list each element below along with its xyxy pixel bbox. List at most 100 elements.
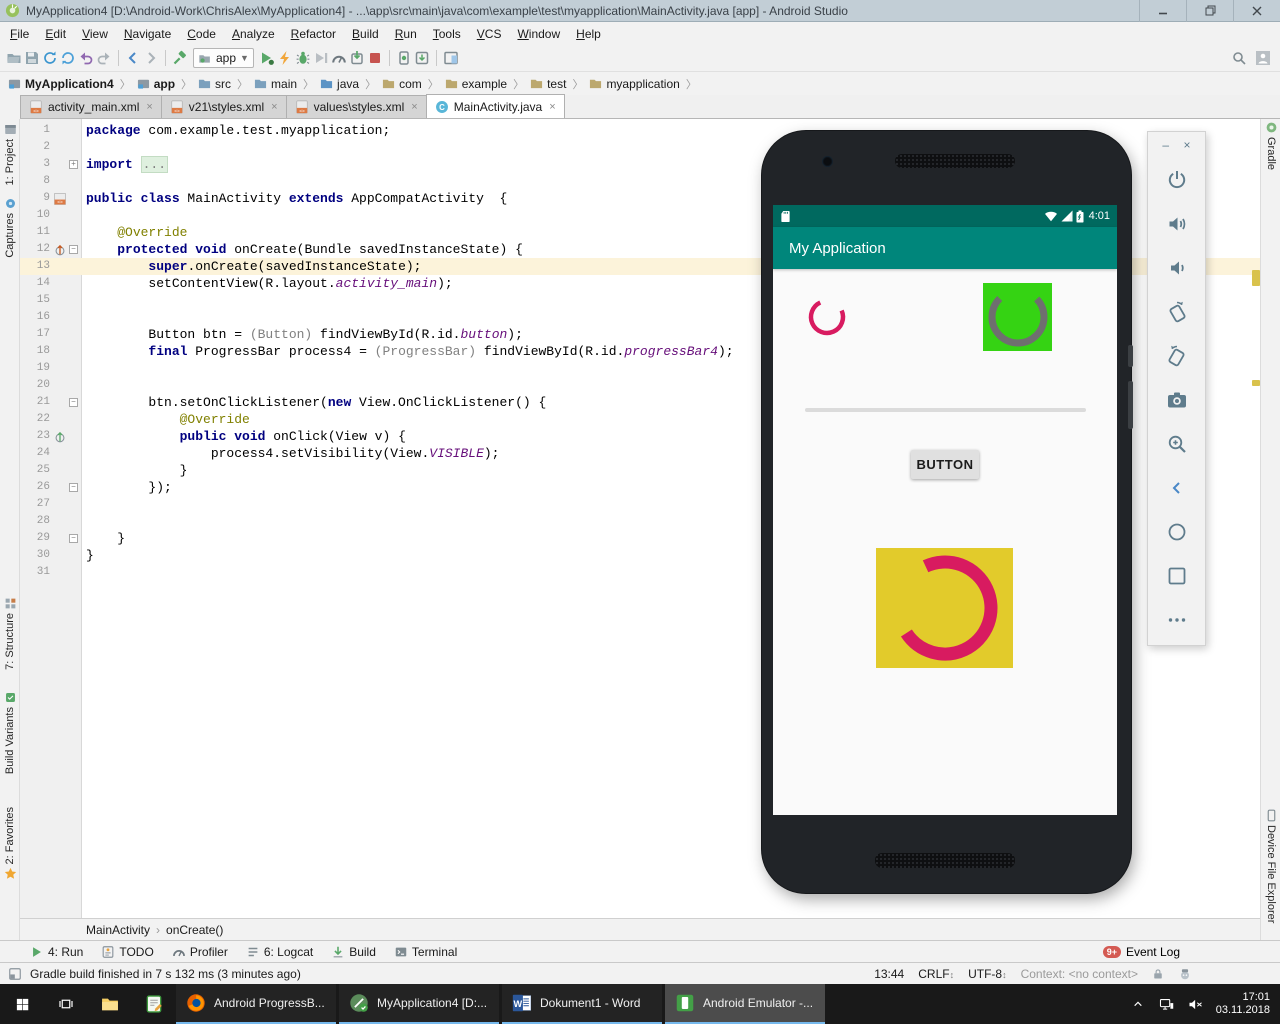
breadcrumb-item-src[interactable]: src — [196, 76, 233, 92]
cursor-position[interactable]: 13:44 — [874, 967, 904, 981]
notepad-button[interactable] — [132, 984, 176, 1024]
emulator-zoom-in-button[interactable] — [1148, 422, 1205, 466]
run-icon[interactable] — [258, 50, 275, 67]
taskbar-app-firefox[interactable]: Android ProgressB... — [176, 984, 336, 1024]
breadcrumb-item-com[interactable]: com — [380, 76, 424, 92]
restore-button[interactable] — [1186, 0, 1233, 22]
line-number[interactable]: 28 — [20, 513, 50, 530]
emulator-overview-button[interactable] — [1148, 554, 1205, 598]
tab-values-styles-xml[interactable]: <>values\styles.xml× — [286, 95, 427, 118]
breadcrumb-item-example[interactable]: example — [443, 76, 509, 92]
app-button[interactable]: BUTTON — [911, 450, 979, 479]
override-green-icon[interactable] — [54, 431, 66, 443]
menu-item-refactor[interactable]: Refactor — [283, 24, 344, 44]
fold-marker[interactable]: + — [69, 160, 78, 169]
tool-window-4-run[interactable]: 4: Run — [30, 945, 83, 959]
line-number[interactable]: 2 — [20, 139, 50, 156]
line-number[interactable]: 13 — [20, 258, 50, 275]
file-explorer-button[interactable] — [88, 984, 132, 1024]
refresh-icon[interactable] — [60, 50, 77, 67]
tab-close-icon[interactable]: × — [271, 101, 277, 113]
layout-editor-icon[interactable] — [442, 50, 459, 67]
tool-stripe-build-variants[interactable]: Build Variants — [0, 691, 20, 774]
line-number[interactable]: 12 — [20, 241, 50, 258]
fold-marker[interactable]: − — [69, 245, 78, 254]
fold-marker[interactable]: − — [69, 534, 78, 543]
line-number[interactable]: 26 — [20, 479, 50, 496]
open-folder-icon[interactable] — [6, 50, 23, 67]
emulator-back-button[interactable] — [1148, 466, 1205, 510]
tray-volume-muted-icon[interactable] — [1187, 996, 1204, 1013]
tab-close-icon[interactable]: × — [146, 101, 152, 113]
emulator-home-button[interactable] — [1148, 510, 1205, 554]
emulator-more-button[interactable] — [1148, 598, 1205, 642]
start-button[interactable] — [0, 984, 44, 1024]
save-all-icon[interactable] — [24, 50, 41, 67]
menu-item-navigate[interactable]: Navigate — [116, 24, 179, 44]
fold-marker[interactable]: − — [69, 483, 78, 492]
line-number[interactable]: 16 — [20, 309, 50, 326]
menu-item-help[interactable]: Help — [568, 24, 609, 44]
redo-icon[interactable] — [96, 50, 113, 67]
line-number[interactable]: 10 — [20, 207, 50, 224]
undo-icon[interactable] — [78, 50, 95, 67]
breadcrumb-item-app[interactable]: app — [135, 76, 177, 92]
encoding-select[interactable]: UTF-8↕ — [968, 967, 1007, 981]
line-number[interactable]: 17 — [20, 326, 50, 343]
stop-icon[interactable] — [366, 50, 383, 67]
breadcrumb-item-main[interactable]: main — [252, 76, 299, 92]
breadcrumb-class[interactable]: MainActivity — [86, 923, 150, 937]
tool-window-build[interactable]: Build — [331, 945, 376, 959]
breadcrumb-item-java[interactable]: java — [318, 76, 361, 92]
device-manager-icon[interactable] — [395, 50, 412, 67]
profiler-icon[interactable] — [330, 50, 347, 67]
line-number[interactable]: 9 — [20, 190, 50, 207]
error-stripe-mark[interactable] — [1252, 270, 1260, 286]
line-number[interactable]: 25 — [20, 462, 50, 479]
line-number[interactable]: 20 — [20, 377, 50, 394]
override-red-icon[interactable] — [54, 244, 66, 256]
menu-item-vcs[interactable]: VCS — [469, 24, 510, 44]
error-stripe-mark[interactable] — [1252, 380, 1260, 386]
tool-stripe-7-structure[interactable]: 7: Structure — [0, 597, 20, 670]
line-number[interactable]: 15 — [20, 292, 50, 309]
line-number[interactable]: 23 — [20, 428, 50, 445]
status-message[interactable]: Gradle build finished in 7 s 132 ms (3 m… — [30, 967, 301, 981]
line-number[interactable]: 19 — [20, 360, 50, 377]
xml-marker-icon[interactable]: <> — [54, 193, 66, 205]
taskbar-clock[interactable]: 17:01 03.11.2018 — [1216, 991, 1270, 1017]
tray-up-icon[interactable] — [1130, 996, 1146, 1012]
menu-item-analyze[interactable]: Analyze — [224, 24, 283, 44]
emulator-volume-down-button[interactable] — [1148, 246, 1205, 290]
profile-icon[interactable] — [312, 50, 329, 67]
sync-icon[interactable] — [42, 50, 59, 67]
run-configuration-select[interactable]: app ▼ — [193, 48, 254, 68]
fold-marker[interactable]: − — [69, 398, 78, 407]
line-separator-select[interactable]: CRLF↕ — [918, 967, 954, 981]
emulator-volume-up-button[interactable] — [1148, 202, 1205, 246]
taskbar-app-android-emulator[interactable]: Android Emulator -... — [665, 984, 825, 1024]
tool-stripe-device-file-explorer[interactable]: Device File Explorer — [1261, 809, 1280, 923]
lock-icon[interactable] — [1152, 967, 1164, 981]
attach-debugger-icon[interactable] — [348, 50, 365, 67]
taskbar-app-android-studio[interactable]: MyApplication4 [D:... — [339, 984, 499, 1024]
emulator-rotate-left-button[interactable] — [1148, 290, 1205, 334]
emulator-screen[interactable]: 4:01 My Application BUTTON — [773, 205, 1117, 815]
search-icon[interactable] — [1231, 50, 1248, 67]
tool-window-profiler[interactable]: Profiler — [172, 945, 228, 959]
highlighting-level-icon[interactable] — [1178, 967, 1192, 981]
emulator-minimize-button[interactable]: – — [1162, 138, 1169, 152]
tool-window-todo[interactable]: TODO — [101, 945, 153, 959]
task-view-button[interactable] — [44, 984, 88, 1024]
menu-item-window[interactable]: Window — [509, 24, 568, 44]
line-number[interactable]: 18 — [20, 343, 50, 360]
taskbar-app-word[interactable]: WDokument1 - Word — [502, 984, 662, 1024]
line-number[interactable]: 29 — [20, 530, 50, 547]
build-hammer-icon[interactable] — [172, 50, 189, 67]
tool-stripe-captures[interactable]: Captures — [0, 197, 20, 258]
line-number[interactable]: 8 — [20, 173, 50, 190]
tool-stripe-2-favorites[interactable]: 2: Favorites — [0, 807, 20, 880]
tool-stripe-gradle[interactable]: Gradle — [1261, 121, 1280, 170]
line-number[interactable]: 21 — [20, 394, 50, 411]
menu-item-file[interactable]: File — [2, 24, 37, 44]
